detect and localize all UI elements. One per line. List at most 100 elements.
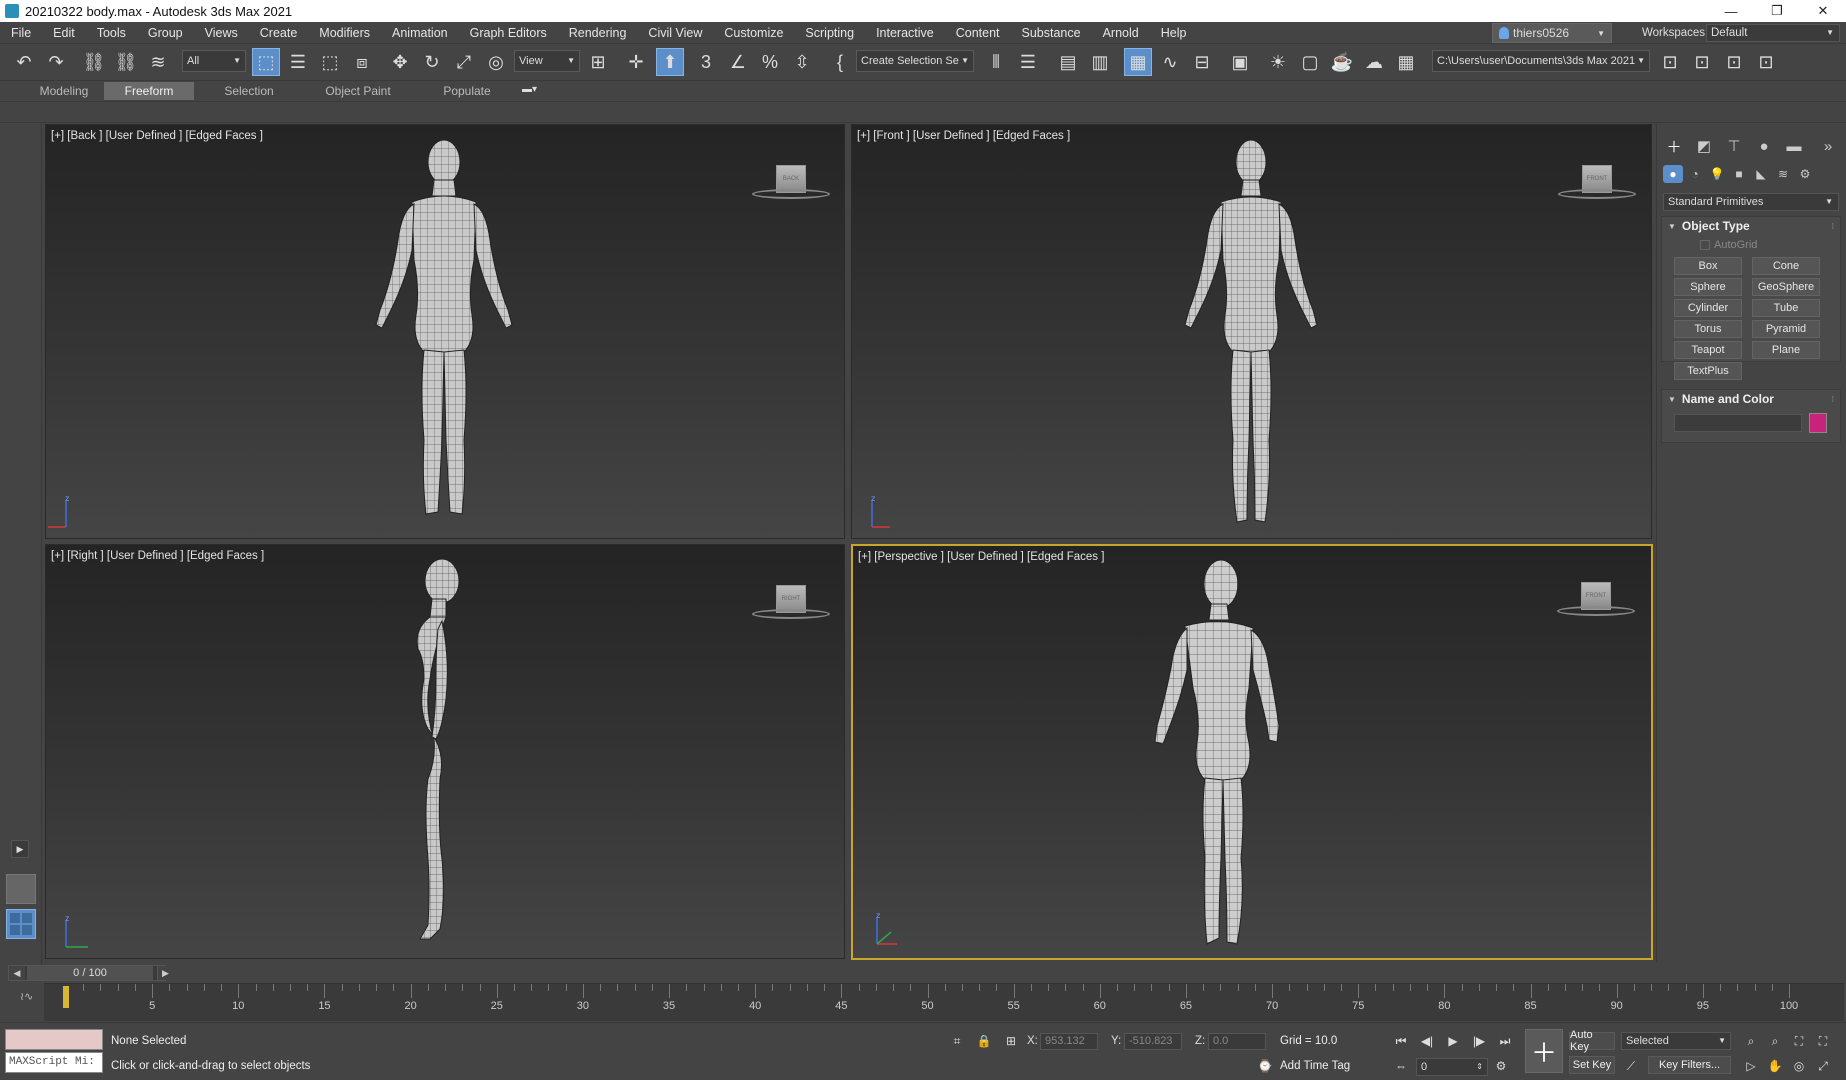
viewport-label[interactable]: [+] [Back ] [User Defined ] [Edged Faces… <box>51 130 263 142</box>
time-configuration-icon[interactable]: ⚙ <box>1492 1057 1510 1075</box>
tab-populate[interactable]: Populate <box>420 82 514 100</box>
object-name-field[interactable] <box>1674 414 1802 432</box>
menu-civil-view[interactable]: Civil View <box>637 22 713 44</box>
teapot-button[interactable]: Teapot <box>1674 341 1742 359</box>
geosphere-button[interactable]: GeoSphere <box>1752 278 1820 296</box>
bind-space-warp-icon[interactable]: ≋ <box>144 48 172 76</box>
box-button[interactable]: Box <box>1674 257 1742 275</box>
time-slider[interactable]: ◀ 0 / 100 ▶ <box>8 965 173 981</box>
pivot-center-icon[interactable]: ⊞ <box>584 48 612 76</box>
hierarchy-tab-icon[interactable]: ⊤ <box>1721 134 1747 158</box>
menu-arnold[interactable]: Arnold <box>1092 22 1150 44</box>
key-mode-toggle-icon[interactable]: ⇔ <box>1392 1057 1410 1075</box>
absolute-mode-icon[interactable]: ⊞ <box>1002 1032 1020 1050</box>
snaps-toggle-icon[interactable]: 3 <box>692 48 720 76</box>
zoom-icon[interactable]: ⌕ <box>1742 1032 1760 1050</box>
spinner-snap-icon[interactable]: ⇳ <box>788 48 816 76</box>
align-icon[interactable]: ☰ <box>1014 48 1042 76</box>
helpers-icon[interactable]: ◣ <box>1751 165 1771 183</box>
viewcube[interactable]: FRONT <box>1558 165 1638 205</box>
minimize-button[interactable]: — <box>1708 0 1754 22</box>
menu-modifiers[interactable]: Modifiers <box>308 22 381 44</box>
open-project-icon[interactable]: ⊡ <box>1688 48 1716 76</box>
create-project-icon[interactable]: ⊡ <box>1720 48 1748 76</box>
percent-snap-icon[interactable]: % <box>756 48 784 76</box>
current-frame-field[interactable]: 0 ⇕ <box>1416 1058 1488 1076</box>
select-object-icon[interactable]: ⬚ <box>252 48 280 76</box>
zoom-extents-icon[interactable]: ⛶ <box>1790 1032 1808 1050</box>
space-warps-icon[interactable]: ≋ <box>1773 165 1793 183</box>
viewport-label[interactable]: [+] [Front ] [User Defined ] [Edged Face… <box>857 130 1070 142</box>
maxscript-mini-listener[interactable]: MAXScript Mi: <box>5 1052 103 1073</box>
sphere-button[interactable]: Sphere <box>1674 278 1742 296</box>
viewport-front[interactable]: [+] [Front ] [User Defined ] [Edged Face… <box>851 124 1652 539</box>
maximize-viewport-icon[interactable]: ⤢ <box>1814 1057 1832 1075</box>
display-tab-icon[interactable]: ▬ <box>1781 134 1807 158</box>
object-type-header[interactable]: ▼ Object Type ⁞ <box>1662 217 1840 235</box>
menu-content[interactable]: Content <box>945 22 1011 44</box>
chevron-right-icon[interactable]: ▶ <box>157 966 173 980</box>
render-production-icon[interactable]: ☕ <box>1328 48 1356 76</box>
expand-panel-icon[interactable]: » <box>1815 134 1841 158</box>
menu-edit[interactable]: Edit <box>42 22 86 44</box>
y-coordinate-field[interactable]: -510.823 <box>1124 1033 1182 1050</box>
viewport-back[interactable]: [+] [Back ] [User Defined ] [Edged Faces… <box>45 124 845 539</box>
key-mode-select[interactable]: Selected ▼ <box>1621 1032 1731 1050</box>
project-settings-icon[interactable]: ⊡ <box>1752 48 1780 76</box>
select-scale-icon[interactable]: ⤢ <box>450 48 478 76</box>
set-key-button[interactable]: Set Key <box>1569 1056 1615 1074</box>
pyramid-button[interactable]: Pyramid <box>1752 320 1820 338</box>
create-tab-icon[interactable]: ＋ <box>1661 134 1687 158</box>
select-move-icon[interactable]: ✥ <box>386 48 414 76</box>
viewport-label[interactable]: [+] [Perspective ] [User Defined ] [Edge… <box>858 551 1104 563</box>
rendered-frame-window-icon[interactable]: ▢ <box>1296 48 1324 76</box>
textplus-button[interactable]: TextPlus <box>1674 362 1742 380</box>
menu-scripting[interactable]: Scripting <box>794 22 865 44</box>
zoom-all-icon[interactable]: ⌕ <box>1766 1032 1784 1050</box>
pan-view-icon[interactable]: ✋ <box>1766 1057 1784 1075</box>
reference-coordinate-select[interactable]: View ▼ <box>514 50 580 72</box>
menu-group[interactable]: Group <box>137 22 194 44</box>
curve-editor-icon[interactable]: ∿ <box>1156 48 1184 76</box>
add-time-tag[interactable]: Add Time Tag <box>1280 1060 1350 1072</box>
menu-create[interactable]: Create <box>249 22 309 44</box>
expand-layouts-icon[interactable]: ▶ <box>11 840 29 858</box>
chevron-left-icon[interactable]: ◀ <box>9 966 25 980</box>
toggle-ribbon-icon[interactable]: ▦ <box>1124 48 1152 76</box>
select-manipulate-icon[interactable]: ✛ <box>622 48 650 76</box>
time-tag-icon[interactable]: ⌚ <box>1256 1057 1274 1075</box>
project-folder-select[interactable]: C:\Users\user\Documents\3ds Max 2021 ▼ <box>1432 50 1650 72</box>
keyboard-shortcut-override-icon[interactable]: ⬆ <box>656 48 684 76</box>
previous-frame-icon[interactable]: ◀| <box>1418 1032 1436 1050</box>
render-in-cloud-icon[interactable]: ☁ <box>1360 48 1388 76</box>
tab-selection[interactable]: Selection <box>204 82 294 100</box>
x-coordinate-field[interactable]: 953.132 <box>1040 1033 1098 1050</box>
selection-lock-icon[interactable]: 🔒 <box>975 1032 993 1050</box>
workspace-select[interactable]: Default ▼ <box>1706 24 1840 42</box>
viewcube[interactable]: BACK <box>752 165 832 205</box>
viewcube[interactable]: RIGHT <box>752 585 832 625</box>
link-icon[interactable]: ⛓ <box>80 48 108 76</box>
select-place-icon[interactable]: ◎ <box>482 48 510 76</box>
spinner-icon[interactable]: ⇕ <box>1476 1059 1483 1075</box>
cylinder-button[interactable]: Cylinder <box>1674 299 1742 317</box>
scene-explorer-icon[interactable]: ▤ <box>1054 48 1082 76</box>
set-keys-icon[interactable]: ＋ <box>1525 1029 1563 1073</box>
key-filters-button[interactable]: Key Filters... <box>1648 1056 1731 1074</box>
window-crossing-icon[interactable]: ⧈ <box>348 48 376 76</box>
angle-snap-icon[interactable]: ∠ <box>724 48 752 76</box>
layer-explorer-icon[interactable]: ▥ <box>1086 48 1114 76</box>
tube-button[interactable]: Tube <box>1752 299 1820 317</box>
time-slider-thumb[interactable]: 0 / 100 <box>27 966 153 980</box>
tab-object-paint[interactable]: Object Paint <box>308 82 408 100</box>
edit-named-selection-icon[interactable]: { <box>826 48 854 76</box>
default-in-out-tangents-icon[interactable]: ⟋ <box>1622 1057 1640 1075</box>
viewport-perspective[interactable]: [+] [Perspective ] [User Defined ] [Edge… <box>851 544 1653 960</box>
tab-freeform[interactable]: Freeform <box>104 82 194 100</box>
single-viewport-layout-button[interactable] <box>6 874 36 904</box>
menu-help[interactable]: Help <box>1150 22 1198 44</box>
menu-animation[interactable]: Animation <box>381 22 459 44</box>
undo-icon[interactable]: ↶ <box>10 48 38 76</box>
character-mesh[interactable] <box>1171 140 1331 530</box>
modify-tab-icon[interactable]: ◩ <box>1691 134 1717 158</box>
